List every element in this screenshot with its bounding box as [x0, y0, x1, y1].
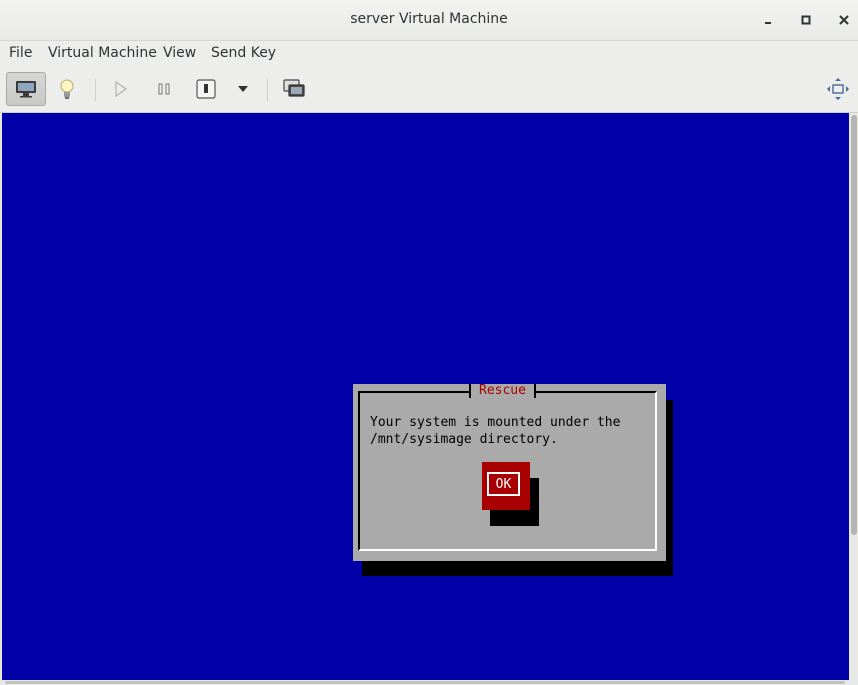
minimize-icon [765, 22, 771, 24]
toolbar [0, 67, 858, 113]
snapshots-icon [283, 79, 305, 97]
ok-button-label: OK [487, 472, 520, 496]
power-icon [196, 79, 216, 99]
shutdown-menu-button[interactable] [224, 72, 262, 106]
ok-button[interactable]: OK [482, 462, 530, 510]
close-icon [839, 15, 849, 25]
vm-console-display[interactable]: Rescue Your system is mounted under the … [2, 113, 849, 680]
close-button[interactable] [833, 9, 855, 31]
menu-virtual-machine[interactable]: Virtual Machine [48, 45, 157, 61]
horizontal-scrollbar[interactable] [2, 680, 849, 685]
monitor-icon [16, 81, 36, 98]
window-title: server Virtual Machine [350, 11, 508, 27]
play-icon [115, 81, 128, 97]
scrollbar-thumb[interactable] [5, 681, 845, 684]
title-bar: server Virtual Machine [0, 0, 858, 41]
console-view-button[interactable] [6, 72, 46, 106]
minimize-button[interactable] [758, 9, 780, 31]
toolbar-separator [95, 79, 96, 101]
menu-bar: File Virtual Machine View Send Key [0, 41, 858, 67]
chevron-down-icon [238, 86, 248, 92]
vertical-scrollbar[interactable] [850, 113, 858, 680]
menu-send-key[interactable]: Send Key [211, 45, 276, 61]
snapshots-button[interactable] [274, 72, 314, 106]
run-button[interactable] [101, 72, 141, 106]
shutdown-button[interactable] [186, 72, 226, 106]
dialog-title: Rescue [469, 384, 536, 398]
menu-view[interactable]: View [163, 45, 196, 61]
menu-file[interactable]: File [9, 45, 32, 61]
maximize-icon [801, 15, 811, 25]
scrollbar-thumb[interactable] [851, 115, 857, 535]
fullscreen-icon [827, 78, 849, 100]
toolbar-separator [267, 79, 268, 101]
fullscreen-button[interactable] [818, 72, 858, 106]
pause-button[interactable] [144, 72, 184, 106]
maximize-button[interactable] [795, 9, 817, 31]
pause-icon [158, 83, 170, 95]
lightbulb-icon [60, 79, 74, 99]
details-button[interactable] [47, 72, 87, 106]
dialog-message: Your system is mounted under the /mnt/sy… [370, 415, 621, 447]
rescue-dialog: Rescue Your system is mounted under the … [353, 384, 666, 561]
